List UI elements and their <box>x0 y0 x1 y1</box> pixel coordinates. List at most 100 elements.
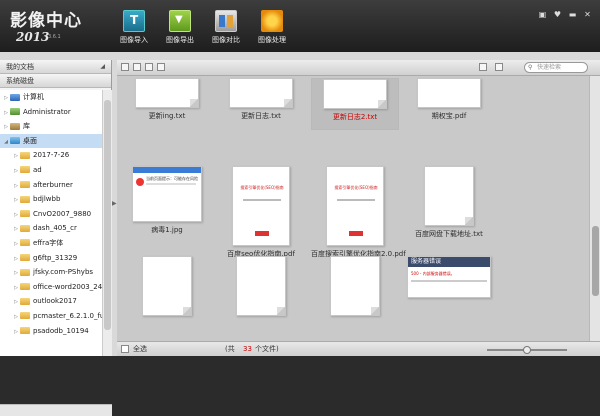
file-thumbnail <box>236 256 286 316</box>
file-card[interactable]: 当前页面提示：可能存在风险病毒1.jpg <box>123 162 211 246</box>
tree-expand-icon[interactable]: ▷ <box>2 120 10 135</box>
tree-expand-icon[interactable]: ▷ <box>12 252 20 267</box>
error-title-text: 服务器错误 <box>408 257 490 267</box>
expand-icon: ◢ <box>100 63 105 70</box>
tree-item[interactable]: ▷ g6ftp_31329 <box>0 251 102 266</box>
tree-expand-icon[interactable]: ▷ <box>12 208 20 223</box>
file-card[interactable]: 百度网盘下载地址.txt <box>405 162 493 246</box>
tree-hscroll[interactable] <box>0 404 112 416</box>
tree-item[interactable]: ▷ outlook2017 <box>0 294 102 309</box>
tree-expand-icon[interactable]: ▷ <box>12 179 20 194</box>
search-input[interactable]: 快速检索 <box>524 62 588 73</box>
zoom-slider[interactable] <box>487 346 567 354</box>
tree-item[interactable]: ▷ 2017-7-26 <box>0 148 102 163</box>
tree-expand-icon[interactable]: ▷ <box>12 164 20 179</box>
tree-item[interactable]: ▷ psadodb_10194 <box>0 324 102 339</box>
tree-item-label: effra字体 <box>33 238 64 247</box>
tree-item[interactable]: ▷ 库 <box>0 119 102 134</box>
my-docs-label: 我的文档 <box>6 63 34 71</box>
file-card[interactable]: 搜索引擎优化(SEO)指南 百度seo优化指南.pdf <box>217 162 305 258</box>
compare-button[interactable]: 图像对比 <box>204 10 248 45</box>
save-tool-icon[interactable] <box>145 63 153 71</box>
tree-item[interactable]: ▷ dash_405_cr <box>0 221 102 236</box>
virus-warning-text: 当前页面提示：可能存在风险 <box>146 176 198 181</box>
tree-item[interactable]: ▷ jfsky.com-PShybs <box>0 265 102 280</box>
tree-expand-icon[interactable]: ▷ <box>12 295 20 310</box>
file-name: 病毒1.jpg <box>151 226 183 234</box>
tree-expand-icon[interactable]: ▷ <box>12 193 20 208</box>
my-docs-header[interactable]: 我的文档 ◢ <box>0 60 111 74</box>
tree-item-label: jfsky.com-PShybs <box>33 268 94 277</box>
tree-item[interactable]: ▷ bdjlwbb <box>0 192 102 207</box>
tree-item[interactable]: ▷ ad <box>0 163 102 178</box>
process-button[interactable]: 图像处理 <box>250 10 294 45</box>
tree-scrollbar[interactable] <box>102 90 112 356</box>
file-thumbnail <box>142 256 192 316</box>
close-icon[interactable]: ✕ <box>583 10 592 19</box>
file-thumbnail: 搜索引擎优化(SEO)指南 <box>232 166 290 246</box>
folder-icon <box>20 283 30 291</box>
tree-item[interactable]: ▷ Administrator <box>0 105 102 120</box>
file-card[interactable] <box>123 252 211 336</box>
tree-item[interactable]: ▷ office-word2003_24 <box>0 280 102 295</box>
file-thumbnail <box>330 256 380 316</box>
tree-item-label: CnvO2007_9880 <box>33 209 92 218</box>
file-card[interactable]: 期权宝.pdf <box>405 78 493 130</box>
tree-item[interactable]: ▷ CnvO2007_9880 <box>0 207 102 222</box>
tree-expand-icon[interactable]: ▷ <box>2 106 10 121</box>
select-tool-icon[interactable] <box>121 63 129 71</box>
folder-tree: ▷ 计算机 ▷ Administrator ▷ 库 ◢ 桌面 ▷ 2017-7-26 ▷ ad ▷ aft… <box>0 90 102 356</box>
tree-item-label: g6ftp_31329 <box>33 253 78 262</box>
tree-expand-icon[interactable]: ▷ <box>12 237 20 252</box>
select-all-label: 全选 <box>133 345 147 353</box>
file-card[interactable]: 更新ing.txt <box>123 78 211 130</box>
system-disk-header[interactable]: 系统磁盘 <box>0 74 111 88</box>
tree-expand-icon[interactable]: ◢ <box>2 135 10 150</box>
restore-icon[interactable]: ▣ <box>538 10 547 19</box>
folder-icon <box>20 181 30 189</box>
select-all-checkbox[interactable] <box>121 345 129 353</box>
compare-icon <box>215 10 237 32</box>
file-card[interactable]: 服务器错误 500 - 内部服务器错误。 <box>405 252 493 336</box>
tree-item[interactable]: ▷ afterburner <box>0 178 102 193</box>
export-button[interactable]: 图像导出 <box>158 10 202 45</box>
tree-item-label: outlook2017 <box>33 297 77 306</box>
file-name: 期权宝.pdf <box>431 112 467 120</box>
zoom-knob[interactable] <box>523 346 531 354</box>
sort-icon[interactable] <box>495 63 503 71</box>
tree-expand-icon[interactable]: ▷ <box>12 310 20 325</box>
tree-expand-icon[interactable]: ▷ <box>12 325 20 340</box>
file-thumbnail <box>323 79 387 109</box>
pc-icon <box>10 93 20 101</box>
count-suffix: 个文件) <box>255 345 279 353</box>
tree-expand-icon[interactable]: ▷ <box>12 149 20 164</box>
content-scrollbar[interactable] <box>589 76 600 341</box>
minimize-icon[interactable]: ▬ <box>568 10 577 19</box>
folder-icon <box>20 327 30 334</box>
file-count: 33 <box>243 345 252 353</box>
file-card[interactable]: 更新日志.txt <box>217 78 305 130</box>
file-card[interactable]: 更新日志2.txt <box>311 78 399 130</box>
skin-icon[interactable]: ♥ <box>553 10 562 19</box>
tree-expand-icon[interactable]: ▷ <box>12 266 20 281</box>
tree-item[interactable]: ◢ 桌面 <box>0 133 102 150</box>
file-card[interactable]: 搜索引擎优化(SEO)指南 百度搜索引擎优化指南2.0.pdf <box>311 162 406 258</box>
file-name: 更新日志.txt <box>241 112 281 120</box>
tree-item[interactable]: ▷ 计算机 <box>0 90 102 105</box>
tree-item[interactable]: ▷ pcmaster_6.2.1.0_fu <box>0 309 102 324</box>
import-button[interactable]: 图像导入 <box>112 10 156 45</box>
tree-expand-icon[interactable]: ▷ <box>2 91 10 106</box>
left-panel: 我的文档 ◢ 系统磁盘 ▷ 计算机 ▷ Administrator ▷ 库 ◢ 桌面 ▷ 2017… <box>0 60 112 416</box>
view-tool-icon[interactable] <box>133 63 141 71</box>
tree-expand-icon[interactable]: ▷ <box>12 281 20 296</box>
title-bar: 影像中心 2013 3.6.1 图像导入 图像导出 图像对比 图像处理 ▣ ♥ … <box>0 0 600 52</box>
tree-item-label: office-word2003_24 <box>33 282 102 291</box>
tree-expand-icon[interactable]: ▷ <box>12 222 20 237</box>
delete-tool-icon[interactable] <box>157 63 165 71</box>
view-mode-icon[interactable] <box>479 63 487 71</box>
file-card[interactable] <box>311 252 399 336</box>
tree-item[interactable]: ▷ effra字体 <box>0 236 102 251</box>
file-name: 更新日志2.txt <box>332 113 378 121</box>
tree-item-label: ad <box>33 165 42 174</box>
file-card[interactable] <box>217 252 305 336</box>
